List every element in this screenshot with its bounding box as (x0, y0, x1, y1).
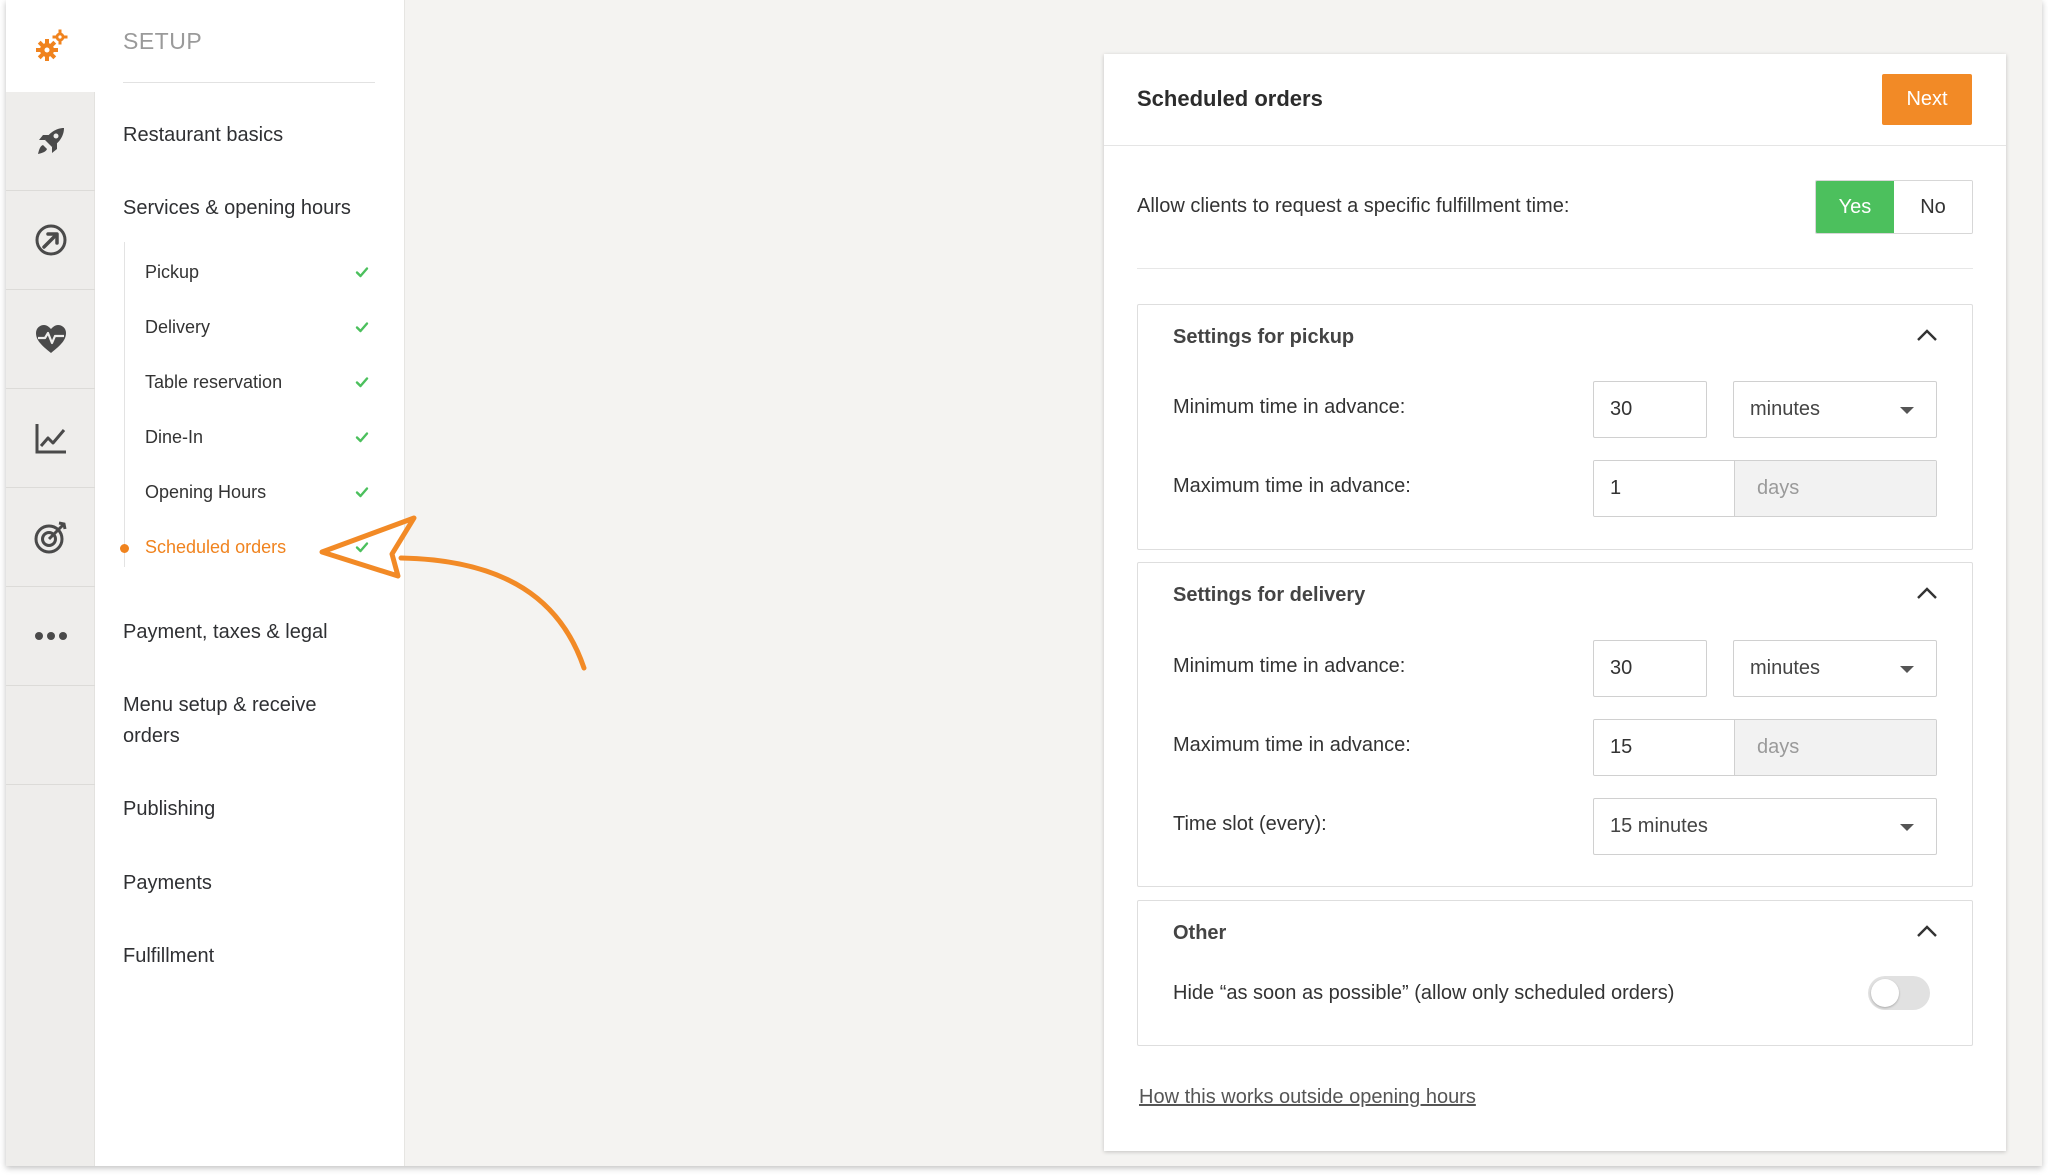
chart-icon (35, 424, 66, 454)
scheduled-orders-card: Scheduled orders Next Allow clients to r… (1104, 54, 2006, 1151)
delivery-min-input[interactable] (1593, 640, 1707, 697)
hide-asap-label: Hide “as soon as possible” (allow only s… (1173, 982, 1675, 1004)
subitem-label: Delivery (145, 316, 211, 337)
subitem-opening-hours[interactable]: Opening Hours (145, 477, 377, 507)
setup-title: SETUP (123, 28, 203, 54)
panel-title: Settings for pickup (1173, 326, 1355, 348)
pickup-min-unit-select[interactable]: minutes (1733, 381, 1937, 438)
pickup-min-input[interactable] (1593, 381, 1707, 438)
growth-icon (35, 224, 66, 256)
rail-analytics[interactable] (6, 389, 95, 488)
allow-fulfillment-label: Allow clients to request a specific fulf… (1137, 195, 1570, 217)
divider (1137, 268, 1973, 269)
subitem-pickup[interactable]: Pickup (145, 257, 377, 287)
time-slot-label: Time slot (every): (1173, 813, 1327, 835)
select-value: 15 minutes (1610, 815, 1708, 837)
subitem-table-reservation[interactable]: Table reservation (145, 367, 377, 397)
card-header: Scheduled orders Next (1104, 54, 2006, 146)
check-icon (355, 487, 369, 498)
chevron-up-icon[interactable] (1916, 585, 1938, 601)
subitem-label: Table reservation (145, 371, 283, 392)
panel-title: Settings for delivery (1173, 584, 1366, 606)
panel-title: Other (1173, 922, 1227, 944)
help-link[interactable]: How this works outside opening hours (1139, 1086, 1476, 1109)
delivery-min-label: Minimum time in advance: (1173, 655, 1406, 677)
delivery-max-field: days (1593, 719, 1937, 776)
rocket-icon (37, 128, 64, 154)
chevron-up-icon[interactable] (1916, 923, 1938, 939)
rail-marketing[interactable] (6, 488, 95, 587)
delivery-max-label: Maximum time in advance: (1173, 734, 1411, 756)
select-value: minutes (1750, 398, 1821, 420)
check-icon (355, 267, 369, 278)
more-icon (34, 632, 67, 640)
icon-rail (6, 0, 95, 1166)
rail-more[interactable] (6, 587, 95, 686)
rail-empty (6, 686, 95, 785)
page-title: Scheduled orders (1137, 86, 1323, 111)
subitem-label: Scheduled orders (145, 536, 287, 557)
check-icon (355, 377, 369, 388)
pickup-settings-panel: Settings for pickup Minimum time in adva… (1137, 304, 1973, 550)
section-restaurant-basics[interactable]: Restaurant basics (123, 120, 283, 151)
section-fulfillment[interactable]: Fulfillment (123, 941, 214, 972)
other-settings-panel: Other Hide “as soon as possible” (allow … (1137, 900, 1973, 1046)
section-services-opening-hours[interactable]: Services & opening hours (123, 193, 351, 224)
rail-logo[interactable] (6, 0, 95, 92)
heart-pulse-icon (35, 325, 66, 353)
subitem-label: Opening Hours (145, 481, 267, 502)
next-button[interactable]: Next (1882, 74, 1972, 125)
pickup-min-label: Minimum time in advance: (1173, 396, 1406, 418)
subitem-label: Dine-In (145, 426, 204, 447)
divider (123, 82, 375, 83)
section-menu-setup[interactable]: Menu setup & receive orders (123, 690, 353, 752)
gears-icon (35, 29, 67, 61)
target-icon (34, 521, 66, 554)
section-payments[interactable]: Payments (123, 868, 212, 899)
active-indicator (120, 544, 129, 553)
pickup-max-label: Maximum time in advance: (1173, 475, 1411, 497)
rail-launch[interactable] (6, 92, 95, 191)
delivery-max-unit: days (1735, 720, 1936, 775)
pickup-max-unit: days (1735, 461, 1936, 516)
subitem-delivery[interactable]: Delivery (145, 312, 377, 342)
hide-asap-toggle[interactable] (1868, 976, 1930, 1010)
toggle-knob (1871, 979, 1899, 1007)
subnav-line (124, 242, 125, 567)
pickup-max-input[interactable] (1594, 461, 1735, 516)
rail-growth[interactable] (6, 191, 95, 290)
delivery-min-unit-select[interactable]: minutes (1733, 640, 1937, 697)
subitem-label: Pickup (145, 261, 200, 282)
delivery-settings-panel: Settings for delivery Minimum time in ad… (1137, 562, 1973, 887)
no-option[interactable]: No (1894, 181, 1972, 233)
caret-down-icon (1900, 666, 1914, 673)
caret-down-icon (1900, 407, 1914, 414)
yes-option[interactable]: Yes (1816, 181, 1894, 233)
annotation-arrow (319, 515, 587, 671)
rail-health[interactable] (6, 290, 95, 389)
check-icon (355, 432, 369, 443)
subitem-dine-in[interactable]: Dine-In (145, 422, 377, 452)
section-publishing[interactable]: Publishing (123, 794, 215, 825)
rail-empty (6, 785, 95, 884)
chevron-up-icon[interactable] (1916, 327, 1938, 343)
delivery-max-input[interactable] (1594, 720, 1735, 775)
section-payment-taxes-legal[interactable]: Payment, taxes & legal (123, 617, 328, 648)
allow-fulfillment-toggle: Yes No (1815, 180, 1973, 234)
caret-down-icon (1900, 824, 1914, 831)
app-window: SETUP Restaurant basics Services & openi… (6, 0, 2042, 1166)
check-icon (355, 322, 369, 333)
select-value: minutes (1750, 657, 1821, 679)
time-slot-select[interactable]: 15 minutes (1593, 798, 1937, 855)
pickup-max-field: days (1593, 460, 1937, 517)
